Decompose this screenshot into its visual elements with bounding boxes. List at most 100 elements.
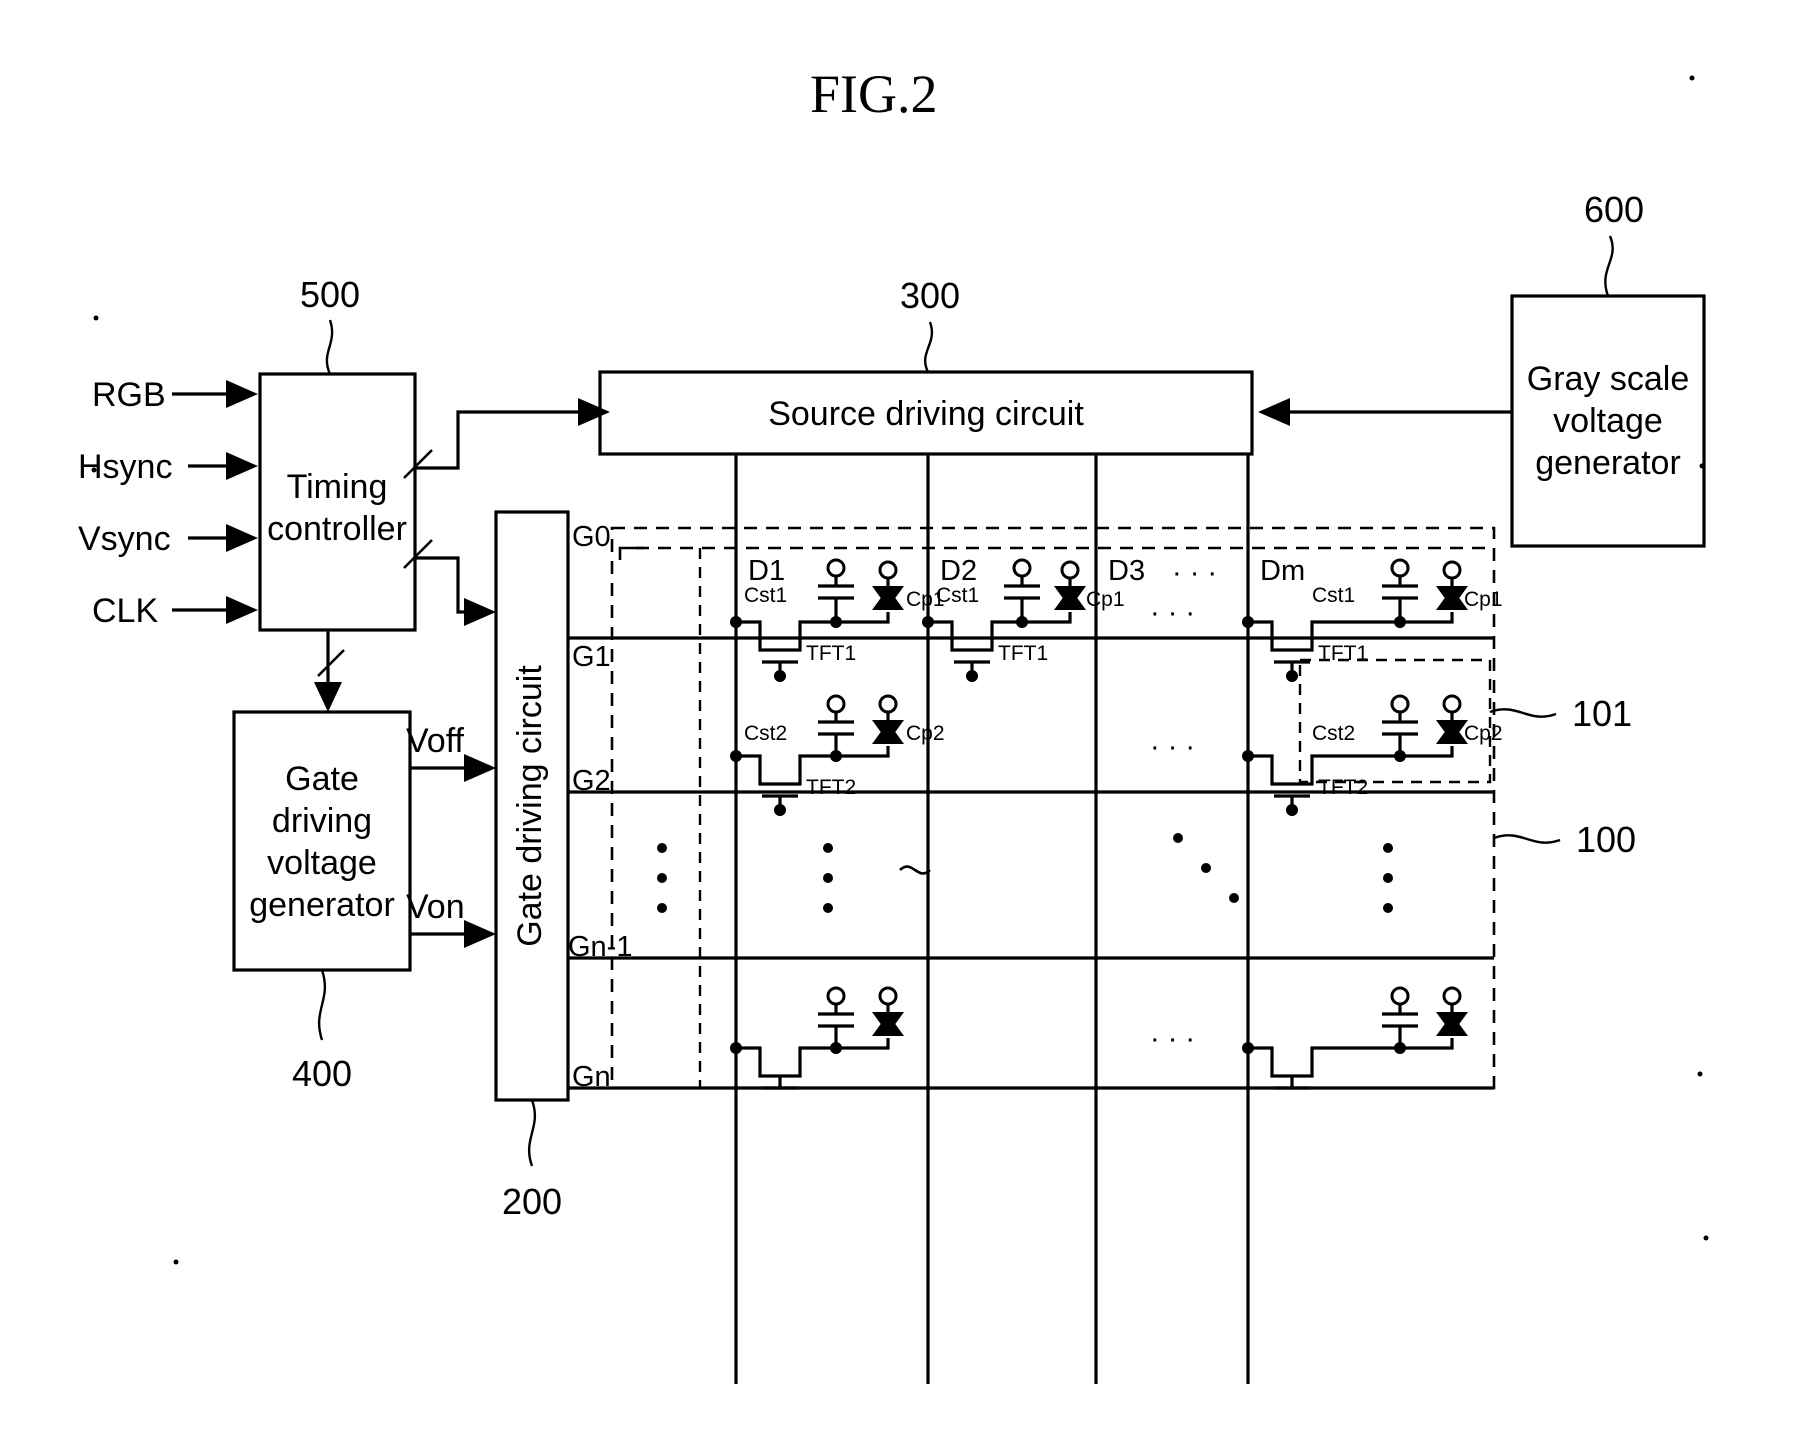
tc-to-gdvg-wire [314,630,345,712]
ref-500: 500 [300,274,360,315]
cst-label-r1cm: Cst1 [1312,584,1355,607]
input-label-rgb: RGB [92,376,166,414]
row1-ellipsis: · · · [1150,597,1195,629]
cp-terminal-r1c2 [1060,560,1080,580]
tft-label-r2c1: TFT2 [806,776,856,799]
ref-600: 600 [1584,189,1644,230]
ref-300: 300 [900,275,960,316]
cp-label-r2cm: Cp2 [1464,722,1503,745]
cst-terminal-r1c1 [826,558,846,578]
arrowhead-gate [464,598,496,626]
voff-label: Voff [406,722,465,760]
panel-boundary [610,526,1496,1090]
arrowhead-source [578,398,610,426]
cp-terminal-r1c1 [878,560,898,580]
gate-driving-voltage-generator-block[interactable]: Gate driving voltage generator [232,710,412,972]
cst-label-r1c2: Cst1 [936,584,979,607]
gsvg-label-3: generator [1535,444,1681,482]
rown-ellipsis: · · · [1150,1023,1195,1055]
cp-terminal-rnc1 [878,986,898,1006]
gdvg-ref: 400 [292,969,352,1094]
data-lines: D1 D2 D3 · · · Dm [734,454,1305,1384]
gate-label-gn1: Gn-1 [568,931,632,963]
gate-driving-circuit-label: Gate driving circuit [511,665,549,947]
gate-label-gn: Gn [572,1061,611,1093]
cst-terminal-rncm [1390,986,1410,1006]
bus-slash-gate [403,539,433,569]
input-label-clk: CLK [92,592,158,630]
data-label-ellipsis: · · · [1172,557,1217,589]
vertical-ellipsis-group [657,833,1393,913]
pixel-cell-rn-cm [1242,986,1468,1090]
cp-label-r1cm: Cp1 [1464,588,1503,611]
tft-label-r1c2: TFT1 [998,642,1048,665]
cp-terminal-rncm [1442,986,1462,1006]
arrowhead-von [464,920,496,948]
pixel-cell-r2-c1: Cst2 TFT2 Cp2 [730,694,945,816]
timing-controller-block[interactable]: Timing controller [258,372,417,632]
tft-label-r1c1: TFT1 [806,642,856,665]
ref-100: 100 [1576,819,1636,860]
cst-terminal-rnc1 [826,986,846,1006]
input-label-hsync: Hsync [78,448,172,486]
bus-slash-source [403,449,433,479]
gsvg-label-2: voltage [1553,402,1663,440]
arrowhead-gdvg [314,682,342,712]
ref-400: 400 [292,1053,352,1094]
tft-label-r1cm: TFT1 [1318,642,1368,665]
panel-ref: 100 [1493,819,1636,860]
break-squiggle [899,865,931,875]
tc-to-gate-wire [403,539,496,626]
gray-scale-voltage-generator-block[interactable]: Gray scale voltage generator [1510,294,1706,548]
data-label-d2: D2 [940,555,977,587]
timing-controller-label-1: Timing [287,468,388,506]
tc-to-source-wire [403,398,610,479]
ref-101: 101 [1572,693,1632,734]
bus-slash-gdvg [317,649,345,677]
cp-label-r1c2: Cp1 [1086,588,1125,611]
data-label-d3: D3 [1108,555,1145,587]
cp-label-r2c1: Cp2 [906,722,945,745]
arrowhead-rgb [226,380,258,408]
gsvg-to-source-wire [1258,398,1512,426]
figure-canvas: FIG.2 RGB Hsync Vsync CLK Timing control… [78,64,1709,1384]
voff-signal: Voff [406,722,496,782]
cst-terminal-r2c1 [826,694,846,714]
gate-label-g0: G0 [572,521,611,553]
gsvg-label-1: Gray scale [1527,360,1690,398]
input-signals: RGB Hsync Vsync CLK [78,376,258,630]
timing-controller-ref: 500 [300,274,360,375]
arrowhead-vsync [226,524,258,552]
gdvg-label-1: Gate [285,760,359,798]
cst-label-r1c1: Cst1 [744,584,787,607]
gdvg-label-2: driving [272,802,372,840]
cp-terminal-r2c1 [878,694,898,714]
pixel-ref: 101 [1489,693,1632,734]
tft-label-r2cm: TFT2 [1318,776,1368,799]
row2-ellipsis: · · · [1150,731,1195,763]
source-driving-circuit-label: Source driving circuit [768,395,1084,433]
gate-driving-circuit-block[interactable]: Gate driving circuit [494,510,570,1102]
source-driving-circuit-block[interactable]: Source driving circuit [598,370,1254,456]
gate-label-g2: G2 [572,765,611,797]
source-driving-circuit-ref: 300 [900,275,960,373]
cst-label-r2cm: Cst2 [1312,722,1355,745]
gdvg-label-3: voltage [267,844,377,882]
timing-controller-label-2: controller [267,510,407,548]
arrowhead-voff [464,754,496,782]
cst-terminal-r2cm [1390,694,1410,714]
arrowhead-hsync [226,452,258,480]
cp-terminal-r2cm [1442,694,1462,714]
gsvg-ref: 600 [1584,189,1644,297]
data-label-d1: D1 [748,555,785,587]
gate-driving-circuit-ref: 200 [502,1099,562,1222]
patent-figure-2: FIG.2 RGB Hsync Vsync CLK Timing control… [0,0,1809,1431]
data-label-dm: Dm [1260,555,1305,587]
pixel-cell-rn-c1 [730,986,904,1090]
pixel-cell-r2-cm: Cst2 TFT2 Cp2 [1242,694,1503,816]
arrowhead-gsvg-source [1258,398,1290,426]
gdvg-label-4: generator [249,886,395,924]
gate-label-g1: G1 [572,641,611,673]
von-signal: Von [406,888,496,948]
arrowhead-clk [226,596,258,624]
